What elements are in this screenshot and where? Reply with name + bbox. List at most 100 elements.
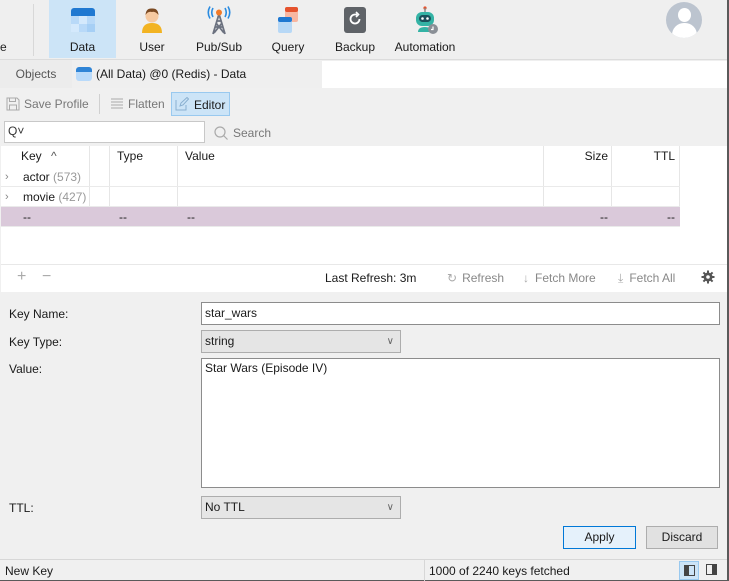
search-icon [214,126,228,140]
discard-button[interactable]: Discard [646,526,718,549]
ttl-select[interactable]: No TTL ∨ [201,496,401,519]
ribbon-button-backup[interactable]: Backup [331,0,379,58]
right-pane-icon [706,564,717,575]
app-window: e Data User Pub/Sub Query Backup Automat… [0,0,729,581]
header-type[interactable]: Type [117,146,143,167]
tab-strip-empty-area [322,61,727,88]
layout-right-pane-button[interactable] [702,561,722,580]
ttl-value: No TTL [205,500,245,514]
ribbon-button-pubsub[interactable]: Pub/Sub [190,0,248,58]
status-bar: New Key 1000 of 2240 keys fetched [0,559,727,581]
avatar-body [672,23,697,38]
row-key: movie (427) [23,190,87,204]
edit-pencil-icon [175,97,189,111]
ribbon-toolbar: e Data User Pub/Sub Query Backup Automat… [0,0,727,60]
sort-ascending-icon: ^ [51,149,57,163]
value-label: Value: [9,362,43,376]
gear-icon[interactable] [701,270,715,284]
ribbon-button-label: Data [69,40,96,54]
table-row[interactable]: › actor (573) [1,167,680,187]
ribbon-button-user[interactable]: User [122,0,182,58]
last-refresh-label: Last Refresh: 3m [325,271,417,285]
row-key: actor (573) [23,170,82,184]
ribbon-button-data[interactable]: Data [49,0,116,58]
header-size[interactable]: Size [544,146,608,167]
user-avatar-icon[interactable] [666,2,702,38]
ribbon-divider [33,4,34,56]
row-size: -- [600,210,608,224]
table-row-selected[interactable]: -- -- -- -- -- [1,207,680,227]
ribbon-button-label: Pub/Sub [195,40,243,54]
data-toolbar: Save Profile Flatten Editor [0,90,727,118]
status-fetched-count: 1000 of 2240 keys fetched [429,564,570,578]
save-profile-button[interactable]: Save Profile [2,92,93,116]
backup-icon [344,7,366,33]
tab-data-label: (All Data) @0 (Redis) - Data [96,67,247,81]
arrow-down-to-line-icon: ⤓ [618,271,624,285]
ribbon-truncated-label: e [0,40,7,54]
fetch-more-button[interactable]: ↓ Fetch More [523,271,596,285]
tab-data[interactable]: (All Data) @0 (Redis) - Data [72,60,322,88]
refresh-button[interactable]: ↻ Refresh [447,271,504,285]
key-type-label: Key Type: [9,335,63,349]
search-button-label: Search [233,126,272,140]
editor-label: Editor [194,98,226,112]
search-filter-dropdown-icon[interactable]: Q˅ [8,124,24,138]
row-ttl: -- [667,210,675,224]
ribbon-button-label: Query [271,40,305,54]
user-icon [142,8,162,33]
avatar-head [678,8,691,22]
remove-key-button[interactable]: − [42,268,51,286]
refresh-icon: ↻ [447,271,458,285]
ribbon-button-label: User [139,40,165,54]
left-pane-icon [684,565,695,576]
layout-left-pane-button[interactable] [679,561,699,580]
arrow-down-icon: ↓ [523,271,529,285]
table-row[interactable]: › movie (427) [1,187,680,207]
save-icon [6,97,20,111]
value-textarea[interactable]: Star Wars (Episode IV) [201,358,720,488]
search-input[interactable]: Q˅ [4,121,205,143]
status-divider [424,560,425,581]
key-name-label: Key Name: [9,307,69,321]
apply-button[interactable]: Apply [563,526,636,549]
broadcast-tower-icon [207,6,231,35]
ribbon-button-label: Automation [394,40,456,54]
chevron-down-icon: ∨ [386,502,394,513]
list-lines-icon [111,98,123,109]
row-type: -- [119,210,127,224]
query-icon [278,7,298,33]
ribbon-button-automation[interactable]: Automation [390,0,460,58]
status-mode: New Key [5,564,54,578]
header-key-label: Key [21,149,42,163]
ribbon-button-label: Backup [334,40,376,54]
save-profile-label: Save Profile [24,97,89,111]
robot-icon [416,6,438,34]
data-table-icon [70,8,95,32]
tab-objects[interactable]: Objects [0,60,72,88]
toolbar-divider [99,94,100,114]
chevron-right-icon[interactable]: › [5,167,9,187]
row-key: -- [23,210,31,224]
header-value[interactable]: Value [185,146,215,167]
key-type-value: string [205,334,235,348]
header-key[interactable]: Key ^ [21,146,57,167]
search-button[interactable]: Search [213,123,271,143]
row-value: -- [187,210,195,224]
flatten-button[interactable]: Flatten [106,92,169,116]
add-key-button[interactable]: + [17,268,26,286]
chevron-right-icon[interactable]: › [5,187,9,207]
key-name-input[interactable]: star_wars [201,302,720,325]
ttl-label: TTL: [9,501,34,515]
chevron-down-icon: ∨ [386,336,394,347]
data-table-icon [76,67,92,81]
header-ttl[interactable]: TTL [612,146,675,167]
key-type-select[interactable]: string ∨ [201,330,401,353]
tab-bar: Objects (All Data) @0 (Redis) - Data [0,60,727,88]
ribbon-button-query[interactable]: Query [262,0,314,58]
keys-table: Key ^ Type Value Size TTL › actor (573) … [1,146,727,264]
table-footer: + − Last Refresh: 3m ↻ Refresh ↓ Fetch Mor… [1,264,727,292]
flatten-label: Flatten [128,97,165,111]
editor-button[interactable]: Editor [171,92,231,116]
fetch-all-button[interactable]: ⤓ Fetch All [618,271,675,286]
